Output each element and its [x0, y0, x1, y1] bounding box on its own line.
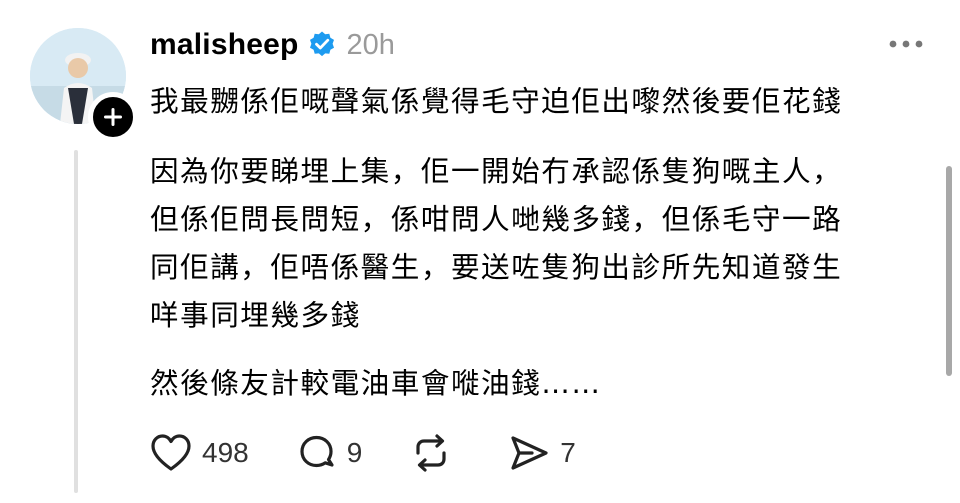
share-icon [511, 436, 548, 470]
more-options-icon[interactable] [886, 36, 926, 52]
post-text-line-4: 同佢講，佢唔係醫生，要送咗隻狗出診所先知道發生 [150, 250, 843, 284]
post-text-line-6: 然後條友計較電油車會嘥油錢…… [150, 366, 602, 400]
username[interactable]: malisheep [150, 28, 299, 62]
verified-badge-icon [309, 31, 334, 57]
share-count: 7 [560, 437, 576, 468]
follow-button[interactable] [88, 92, 138, 142]
follow-plus-icon [104, 108, 122, 126]
post-timestamp: 20h [346, 28, 395, 61]
post-actions: 498 9 7 [150, 428, 624, 478]
reply-count: 9 [346, 437, 363, 468]
comment-icon [300, 435, 334, 468]
thread-line [74, 150, 78, 493]
repost-icon [416, 434, 446, 472]
like-button[interactable]: 498 [150, 433, 249, 473]
like-count: 498 [202, 437, 249, 468]
post-text-line-5: 咩事同埋幾多錢 [150, 298, 361, 332]
share-button[interactable]: 7 [508, 433, 576, 473]
threads-post: malisheep 20h 我最嬲係佢嘅聲氣係覺得毛守迫佢出嚟然後要佢花錢 因為… [0, 0, 960, 503]
reply-button[interactable]: 9 [297, 433, 363, 473]
scrollbar[interactable] [946, 166, 952, 376]
post-header: malisheep 20h [150, 24, 395, 66]
post-text-line-2: 因為你要睇埋上集，佢一開始冇承認係隻狗嘅主人， [150, 154, 843, 188]
heart-icon [151, 434, 191, 471]
repost-button[interactable] [410, 433, 452, 473]
post-text-line-1: 我最嬲係佢嘅聲氣係覺得毛守迫佢出嚟然後要佢花錢 [150, 84, 843, 118]
post-text-line-3: 但係佢問長問短，係咁問人哋幾多錢，但係毛守一路 [150, 202, 843, 236]
avatar-container[interactable] [30, 28, 138, 142]
